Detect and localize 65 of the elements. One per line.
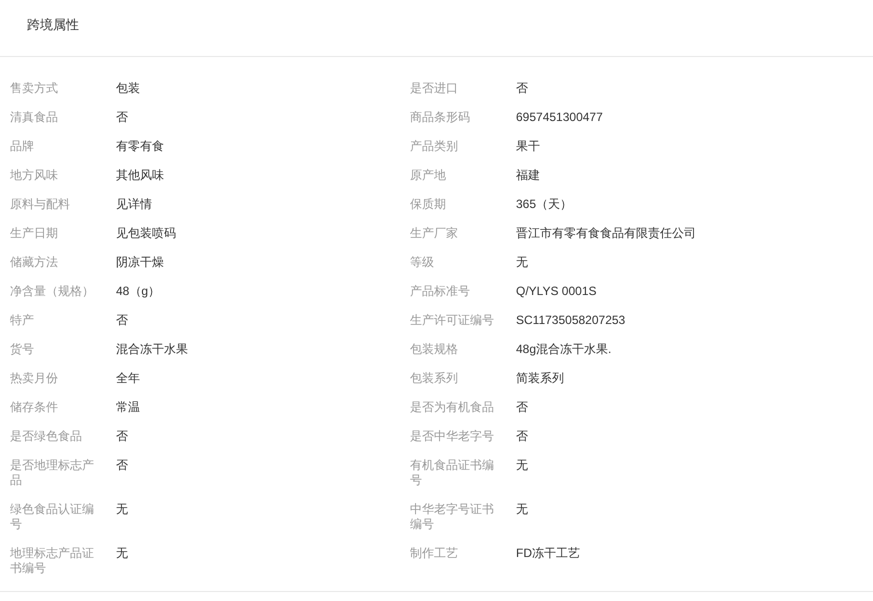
attribute-label: 清真食品 xyxy=(10,110,59,125)
attribute-value: 否 xyxy=(516,400,528,415)
attribute-label: 包装规格 xyxy=(410,342,459,357)
attribute-label: 原产地 xyxy=(410,168,447,183)
attribute-label: 保质期 xyxy=(410,197,447,212)
attribute-value: 无 xyxy=(516,502,528,517)
attribute-value: 混合冻干水果 xyxy=(116,342,188,357)
attribute-value: 48（g） xyxy=(116,284,160,299)
attribute-label: 生产日期 xyxy=(10,226,59,241)
attribute-label: 地理标志产品证书编号 xyxy=(10,546,95,576)
attribute-value: 常温 xyxy=(116,400,140,415)
attribute-value: 包装 xyxy=(116,81,140,96)
attribute-value: 否 xyxy=(116,313,128,328)
attribute-label: 是否进口 xyxy=(410,81,459,96)
attribute-label: 品牌 xyxy=(10,139,35,154)
attribute-value: SC11735058207253 xyxy=(516,313,626,328)
attribute-label: 是否为有机食品 xyxy=(410,400,495,415)
attribute-label: 售卖方式 xyxy=(10,81,59,96)
attribute-label: 是否地理标志产品 xyxy=(10,458,95,488)
attribute-label: 生产厂家 xyxy=(410,226,459,241)
attribute-value: 简装系列 xyxy=(516,371,564,386)
attribute-value: 6957451300477 xyxy=(516,110,603,125)
attribute-value: 无 xyxy=(516,255,528,270)
attribute-value: 见详情 xyxy=(116,197,152,212)
attribute-label: 中华老字号证书编号 xyxy=(410,502,495,532)
attribute-value: 福建 xyxy=(516,168,540,183)
attribute-value: 否 xyxy=(516,429,528,444)
attribute-value: 365（天） xyxy=(516,197,572,212)
attribute-value: 有零有食 xyxy=(116,139,164,154)
attribute-label: 净含量（规格） xyxy=(10,284,95,299)
attribute-label: 包装系列 xyxy=(410,371,459,386)
attribute-label: 生产许可证编号 xyxy=(410,313,495,328)
attribute-value: 48g混合冻干水果. xyxy=(516,342,612,357)
attribute-value: 无 xyxy=(116,546,128,561)
attribute-label: 储存条件 xyxy=(10,400,59,415)
attribute-label: 原料与配料 xyxy=(10,197,71,212)
attribute-label: 绿色食品认证编号 xyxy=(10,502,95,532)
attribute-label: 等级 xyxy=(410,255,435,270)
attribute-label: 特产 xyxy=(10,313,35,328)
attribute-value: 全年 xyxy=(116,371,140,386)
attribute-value: 见包装喷码 xyxy=(116,226,176,241)
attribute-label: 是否绿色食品 xyxy=(10,429,83,444)
attribute-label: 产品标准号 xyxy=(410,284,471,299)
attribute-label: 制作工艺 xyxy=(410,546,459,561)
attribute-value: 无 xyxy=(116,502,128,517)
attribute-value: 阴凉干燥 xyxy=(116,255,164,270)
attribute-label: 储藏方法 xyxy=(10,255,59,270)
attribute-value: 其他风味 xyxy=(116,168,164,183)
attribute-label: 商品条形码 xyxy=(410,110,471,125)
attribute-value: 晋江市有零有食食品有限责任公司 xyxy=(516,226,696,241)
attribute-label: 是否中华老字号 xyxy=(410,429,495,444)
attribute-label: 货号 xyxy=(10,342,35,357)
attribute-label: 有机食品证书编号 xyxy=(410,458,495,488)
attribute-value: Q/YLYS 0001S xyxy=(516,284,596,299)
attribute-value: 否 xyxy=(116,110,128,125)
attribute-value: 否 xyxy=(516,81,528,96)
attribute-value: 否 xyxy=(116,429,128,444)
section-title: 跨境属性 xyxy=(27,17,79,33)
attribute-label: 产品类别 xyxy=(410,139,459,154)
attribute-value: 果干 xyxy=(516,139,540,154)
attribute-value: 否 xyxy=(116,458,128,473)
attribute-label: 地方风味 xyxy=(10,168,59,183)
attribute-value: FD冻干工艺 xyxy=(516,546,580,561)
attribute-value: 无 xyxy=(516,458,528,473)
attribute-label: 热卖月份 xyxy=(10,371,59,386)
